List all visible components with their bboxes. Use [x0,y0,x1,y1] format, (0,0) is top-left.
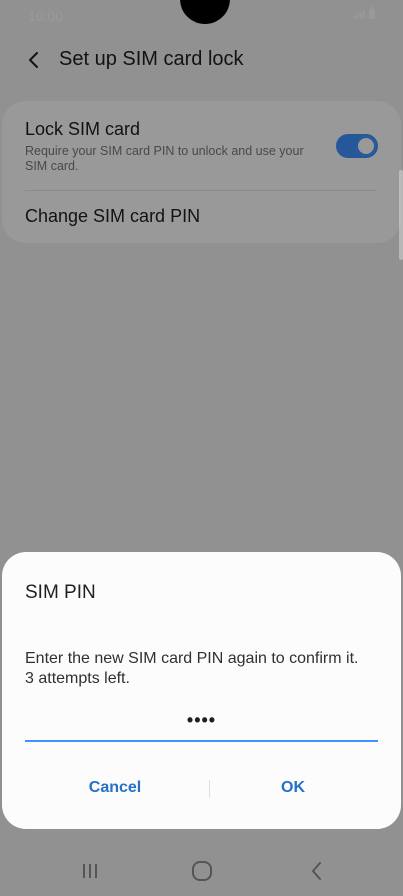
recents-icon [83,864,97,878]
pin-input-value: •••• [186,710,217,730]
ok-button[interactable]: OK [198,770,388,806]
recents-button[interactable] [75,858,105,884]
dialog-message-attempts: 3 attempts left. [25,670,130,687]
dialog-message: Enter the new SIM card PIN again to conf… [25,649,381,689]
navigation-bar [0,846,403,896]
scroll-indicator [399,170,403,260]
cancel-button[interactable]: Cancel [20,770,210,806]
nav-back-button[interactable] [302,858,332,884]
dialog-title: SIM PIN [25,582,96,603]
home-button[interactable] [187,858,217,884]
dialog-message-instruction: Enter the new SIM card PIN again to conf… [25,650,359,667]
home-icon [192,861,212,881]
pin-input[interactable]: •••• [25,710,378,742]
sim-pin-dialog: SIM PIN Enter the new SIM card PIN again… [2,552,401,829]
nav-back-icon [312,862,321,880]
